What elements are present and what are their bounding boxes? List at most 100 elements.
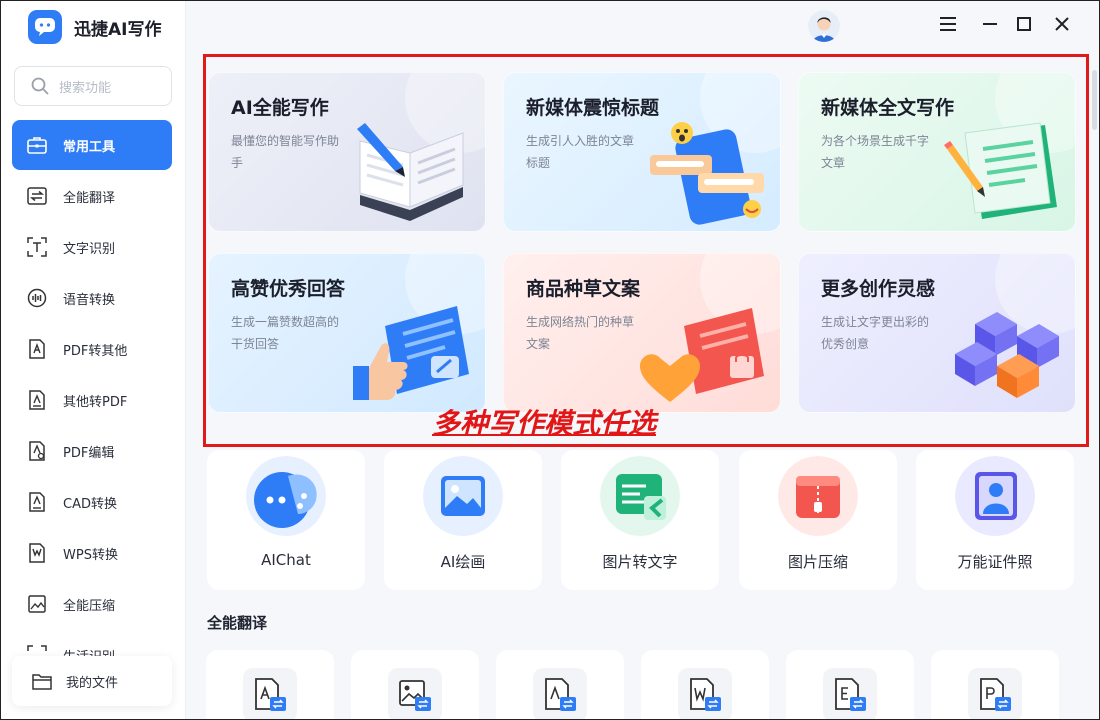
text-ocr-icon [25, 235, 49, 259]
heart-shopping-icon [640, 308, 764, 402]
avatar-icon [808, 10, 840, 42]
sidebar-item-label: 文字识别 [63, 241, 116, 257]
sidebar-item-label: PDF编辑 [63, 445, 115, 461]
scrollbar-thumb[interactable] [1092, 70, 1097, 130]
card-headline[interactable]: 新媒体震惊标题 生成引人入胜的文章标题 [503, 72, 781, 232]
card-product-copy[interactable]: 商品种草文案 生成网络热门的种草文案 [503, 253, 781, 413]
card-desc: 最懂您的智能写作助手 [231, 134, 340, 170]
ppt-translate-icon [968, 668, 1022, 720]
menu-button[interactable] [938, 14, 958, 34]
translate-card-word[interactable] [641, 650, 769, 720]
sidebar: 迅捷AI写作 搜索功能 常用工具 全能翻译 文字识别 语音转换 PDF转其他 其… [0, 0, 186, 720]
card-title: 高赞优秀回答 [231, 278, 346, 300]
folder-icon [32, 674, 52, 690]
search-input[interactable]: 搜索功能 [14, 66, 172, 106]
sidebar-item-pdf-to-other[interactable]: PDF转其他 [12, 324, 172, 374]
to-pdf-icon [25, 388, 49, 412]
phone-message-icon [650, 122, 764, 225]
translate-card-ppt[interactable] [931, 650, 1059, 720]
translate-card-doc[interactable] [206, 650, 334, 720]
hamburger-icon [940, 17, 956, 31]
card-desc: 生成引人入胜的文章标题 [526, 134, 635, 170]
sidebar-item-ocr[interactable]: 文字识别 [12, 222, 172, 272]
card-title: 商品种草文案 [526, 278, 641, 300]
search-placeholder: 搜索功能 [59, 80, 112, 96]
tool-image-compress[interactable]: 图片压缩 [739, 450, 897, 590]
wps-icon [25, 541, 49, 565]
card-top-answer[interactable]: 高赞优秀回答 生成一篇赞数超高的干货回答 [208, 253, 486, 413]
tool-label: 万能证件照 [957, 553, 1033, 571]
close-button[interactable] [1052, 14, 1072, 34]
id-photo-icon [955, 456, 1035, 536]
maximize-icon [1017, 17, 1031, 31]
toolbox-icon [25, 133, 49, 157]
user-avatar[interactable] [808, 10, 840, 42]
picture-icon [423, 456, 503, 536]
translate-icon [25, 184, 49, 208]
image-to-text-icon [600, 456, 680, 536]
translate-card-excel[interactable] [786, 650, 914, 720]
sidebar-item-label: 其他转PDF [63, 394, 128, 410]
translate-card-pdf[interactable] [496, 650, 624, 720]
sidebar-item-label: PDF转其他 [63, 343, 128, 359]
tool-aichat[interactable]: AIChat [207, 450, 365, 590]
search-icon [31, 77, 49, 95]
tool-image-to-text[interactable]: 图片转文字 [561, 450, 719, 590]
translate-card-image[interactable] [351, 650, 479, 720]
sidebar-item-label: 语音转换 [63, 292, 116, 308]
zip-icon [778, 456, 858, 536]
brand: 迅捷AI写作 [28, 10, 161, 44]
sidebar-item-pdf-edit[interactable]: PDF编辑 [12, 426, 172, 476]
sidebar-item-label: 常用工具 [63, 139, 116, 155]
card-title: AI全能写作 [231, 97, 329, 119]
section-title-translate: 全能翻译 [207, 614, 268, 632]
sidebar-item-voice[interactable]: 语音转换 [12, 273, 172, 323]
word-translate-icon [678, 668, 732, 720]
sidebar-nav: 常用工具 全能翻译 文字识别 语音转换 PDF转其他 其他转PDF PDF编辑 … [12, 120, 172, 660]
tool-ai-painting[interactable]: AI绘画 [384, 450, 542, 590]
cad-icon [25, 490, 49, 514]
card-title: 更多创作灵感 [821, 278, 936, 300]
voice-icon [25, 286, 49, 310]
tool-label: 图片压缩 [787, 553, 848, 571]
sidebar-item-to-pdf[interactable]: 其他转PDF [12, 375, 172, 425]
minimize-button[interactable] [980, 14, 1000, 34]
card-desc: 生成让文字更出彩的优秀创意 [821, 315, 930, 351]
card-desc: 生成网络热门的种草文案 [526, 315, 635, 351]
sidebar-item-label: WPS转换 [63, 547, 118, 563]
pdf-edit-icon [25, 439, 49, 463]
maximize-button[interactable] [1014, 14, 1034, 34]
excel-translate-icon [823, 668, 877, 720]
doc-translate-icon [243, 668, 297, 720]
sidebar-item-common-tools[interactable]: 常用工具 [12, 120, 172, 170]
sidebar-item-cad[interactable]: CAD转换 [12, 477, 172, 527]
card-more-ideas[interactable]: 更多创作灵感 生成让文字更出彩的优秀创意 [798, 253, 1076, 413]
app-logo-icon [28, 10, 62, 44]
minimize-icon [983, 23, 997, 25]
sidebar-item-label: 全能压缩 [63, 598, 116, 614]
open-book-icon [357, 123, 464, 221]
tool-label: AIChat [261, 551, 311, 569]
sidebar-item-translate[interactable]: 全能翻译 [12, 171, 172, 221]
card-ai-writing[interactable]: AI全能写作 最懂您的智能写作助手 [208, 72, 486, 232]
card-full-article[interactable]: 新媒体全文写作 为各个场景生成千字文章 [798, 72, 1076, 232]
pdf-translate-icon [533, 668, 587, 720]
chat-bubble-icon [246, 456, 326, 536]
sidebar-item-compress[interactable]: 全能压缩 [12, 579, 172, 629]
sidebar-item-wps[interactable]: WPS转换 [12, 528, 172, 578]
my-files-button[interactable]: 我的文件 [12, 656, 172, 706]
card-desc: 生成一篇赞数超高的干货回答 [231, 315, 340, 351]
image-translate-icon [388, 668, 442, 720]
pdf-convert-icon [25, 337, 49, 361]
my-files-label: 我的文件 [66, 675, 119, 691]
tool-label: 图片转文字 [602, 553, 678, 571]
compress-icon [25, 592, 49, 616]
sidebar-item-label: CAD转换 [63, 496, 117, 512]
thumbs-up-document-icon [353, 306, 469, 400]
app-title: 迅捷AI写作 [74, 19, 162, 40]
blocks-icon [955, 312, 1059, 398]
tool-id-photo[interactable]: 万能证件照 [916, 450, 1074, 590]
scroll-document-icon [944, 122, 1057, 219]
close-icon [1055, 17, 1069, 31]
tool-label: AI绘画 [440, 553, 486, 571]
